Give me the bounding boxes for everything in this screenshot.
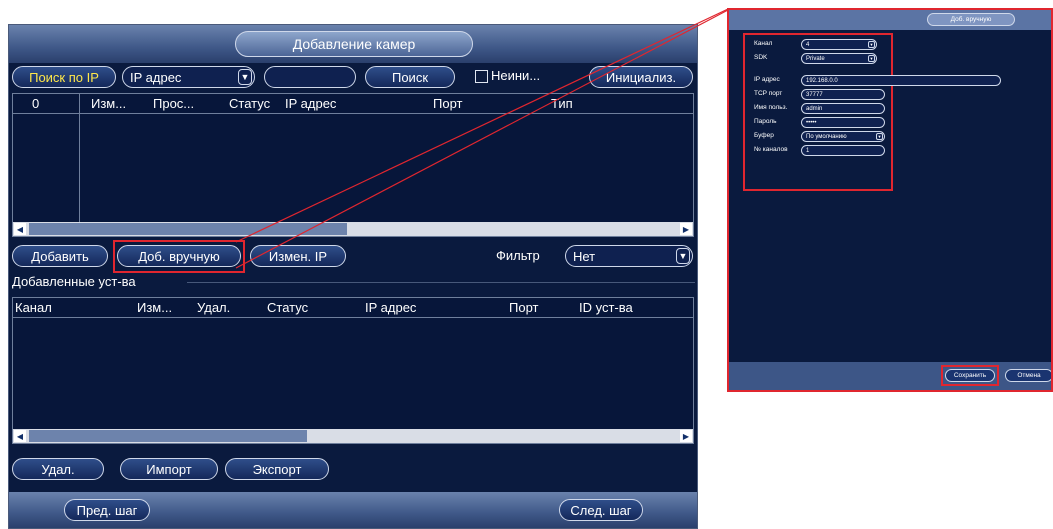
field-label-username: Имя польз.	[754, 104, 788, 111]
channel-select[interactable]: 4 ▼	[801, 39, 877, 50]
scroll-thumb[interactable]	[29, 430, 307, 442]
chevron-down-icon: ▼	[676, 248, 690, 264]
col-status[interactable]: Статус	[229, 96, 270, 111]
search-mode-value: IP адрес	[130, 69, 182, 85]
horizontal-scrollbar[interactable]: ◀ ▶	[13, 429, 693, 443]
sdk-value: Private	[806, 55, 825, 62]
field-label-tcp-port: TCP порт	[754, 90, 783, 97]
scroll-left-icon[interactable]: ◀	[14, 223, 26, 235]
save-highlight	[941, 365, 999, 386]
sdk-select[interactable]: Private ▼	[801, 53, 877, 64]
search-button[interactable]: Поиск	[365, 66, 455, 88]
added-devices-table: Канал Изм... Удал. Статус IP адрес Порт …	[12, 297, 694, 444]
dialog-title: Доб. вручную	[927, 13, 1015, 26]
found-table-header: 0 Изм... Прос... Статус IP адрес Порт Ти…	[13, 94, 693, 114]
channel-value: 4	[806, 41, 810, 48]
bottom-bar: Пред. шаг След. шаг	[9, 492, 697, 528]
found-devices-table: 0 Изм... Прос... Статус IP адрес Порт Ти…	[12, 93, 694, 237]
add-button[interactable]: Добавить	[12, 245, 108, 267]
col-index[interactable]: 0	[32, 96, 39, 111]
title-bar: Добавление камер	[9, 25, 697, 63]
dialog-title-bar: Доб. вручную	[729, 10, 1051, 30]
column-divider	[79, 94, 80, 222]
change-ip-button[interactable]: Измен. IP	[250, 245, 346, 267]
field-label-channel-count: № каналов	[754, 146, 788, 153]
col-edit[interactable]: Изм...	[137, 300, 172, 315]
buffer-select[interactable]: По умолчанию ▼	[801, 131, 885, 142]
scroll-right-icon[interactable]: ▶	[680, 430, 692, 442]
col-ip[interactable]: IP адрес	[365, 300, 416, 315]
horizontal-scrollbar[interactable]: ◀ ▶	[13, 222, 693, 236]
export-button[interactable]: Экспорт	[225, 458, 329, 480]
uninitialized-checkbox[interactable]	[475, 70, 488, 83]
uninitialized-label: Неини...	[491, 68, 541, 83]
chevron-down-icon: ▼	[238, 69, 252, 85]
section-divider	[187, 282, 695, 283]
col-view[interactable]: Прос...	[153, 96, 194, 111]
field-label-password: Пароль	[754, 118, 777, 125]
cancel-button[interactable]: Отмена	[1005, 369, 1051, 382]
col-port[interactable]: Порт	[509, 300, 538, 315]
scroll-thumb[interactable]	[29, 223, 347, 235]
added-devices-title: Добавленные уст-ва	[12, 274, 136, 289]
ip-address-input[interactable]	[264, 66, 356, 88]
col-status[interactable]: Статус	[267, 300, 308, 315]
buffer-value: По умолчанию	[806, 133, 847, 140]
search-by-ip-button[interactable]: Поиск по IP	[12, 66, 116, 88]
col-port[interactable]: Порт	[433, 96, 462, 111]
tcp-port-field[interactable]: 37777	[801, 89, 885, 100]
prev-step-button[interactable]: Пред. шаг	[64, 499, 150, 521]
col-edit[interactable]: Изм...	[91, 96, 126, 111]
col-device-id[interactable]: ID уст-ва	[579, 300, 633, 315]
manual-add-dialog-zoom: Доб. вручную Канал 4 ▼ SDK Private ▼ IP …	[727, 8, 1053, 392]
col-ip[interactable]: IP адрес	[285, 96, 336, 111]
field-label-channel: Канал	[754, 40, 773, 47]
add-cameras-window: Добавление камер Поиск по IP IP адрес ▼ …	[8, 24, 698, 529]
delete-button[interactable]: Удал.	[12, 458, 104, 480]
window-title: Добавление камер	[235, 31, 473, 57]
chevron-down-icon: ▼	[868, 41, 875, 48]
dialog-footer: Сохранить Отмена	[729, 362, 1051, 390]
chevron-down-icon: ▼	[876, 133, 883, 140]
initialize-button[interactable]: Инициализ.	[589, 66, 693, 88]
col-channel[interactable]: Канал	[15, 300, 52, 315]
scroll-left-icon[interactable]: ◀	[14, 430, 26, 442]
search-mode-select[interactable]: IP адрес ▼	[122, 66, 255, 88]
field-label-sdk: SDK	[754, 54, 768, 61]
next-step-button[interactable]: След. шаг	[559, 499, 643, 521]
filter-label: Фильтр	[496, 248, 540, 263]
added-table-header: Канал Изм... Удал. Статус IP адрес Порт …	[13, 298, 693, 318]
password-field[interactable]: •••••	[801, 117, 885, 128]
manual-add-highlight	[113, 240, 245, 273]
col-delete[interactable]: Удал.	[197, 300, 230, 315]
chevron-down-icon: ▼	[868, 55, 875, 62]
filter-value: Нет	[573, 248, 596, 264]
field-label-ip: IP адрес	[754, 76, 780, 83]
col-type[interactable]: Тип	[551, 96, 573, 111]
channel-count-field[interactable]: 1	[801, 145, 885, 156]
import-button[interactable]: Импорт	[120, 458, 218, 480]
username-field[interactable]: admin	[801, 103, 885, 114]
scroll-right-icon[interactable]: ▶	[680, 223, 692, 235]
field-label-buffer: Буфер	[754, 132, 774, 139]
filter-select[interactable]: Нет ▼	[565, 245, 693, 267]
ip-address-field[interactable]: 192.168.0.0	[801, 75, 1001, 86]
